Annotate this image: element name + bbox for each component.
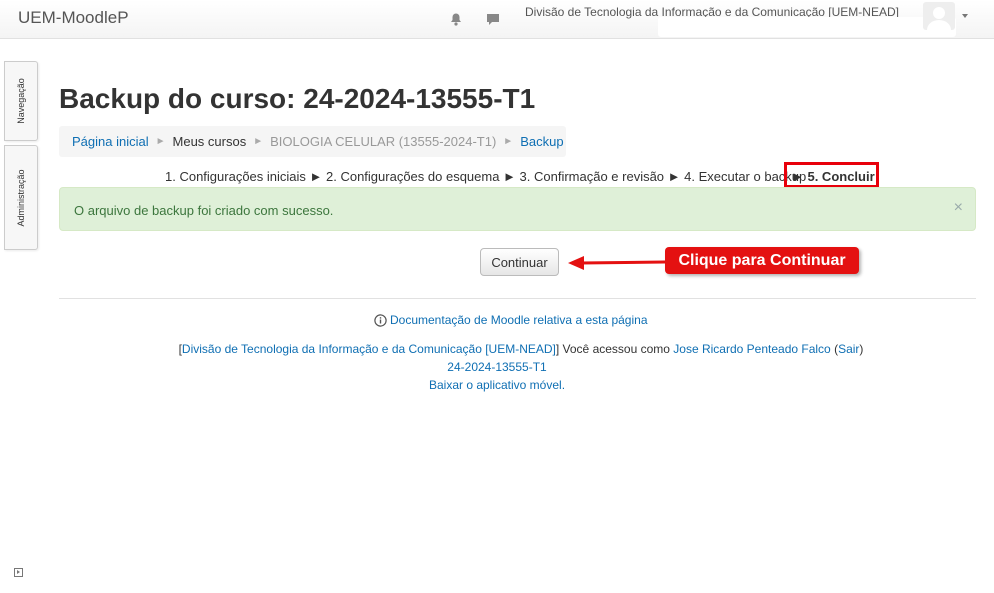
annotation-arrow <box>568 256 666 270</box>
dock-tab-navigation-label: Navegação <box>16 78 26 124</box>
breadcrumb-home-link[interactable]: Página inicial <box>72 134 149 149</box>
avatar[interactable] <box>923 2 955 30</box>
mobile-app-link[interactable]: Baixar o aplicativo móvel. <box>429 378 565 392</box>
logout-paren-close: ) <box>859 342 864 356</box>
logout-link[interactable]: Sair <box>838 342 859 356</box>
breadcrumb-course-link[interactable]: BIOLOGIA CELULAR (13555-2024-T1) <box>270 134 496 149</box>
moodle-docs: Documentação de Moodle relativa a esta p… <box>374 313 648 327</box>
annotation-callout: Clique para Continuar <box>665 247 859 274</box>
site-brand-link[interactable]: UEM-MoodleP <box>18 8 129 28</box>
dock-tab-administration[interactable]: Administração <box>4 145 38 250</box>
breadcrumb-separator-icon: ► <box>155 136 166 147</box>
backup-step-final: ► 5. Concluir <box>791 169 875 184</box>
close-icon[interactable]: × <box>954 199 963 217</box>
breadcrumb: Página inicial ► Meus cursos ► BIOLOGIA … <box>59 126 566 157</box>
org-link[interactable]: Divisão de Tecnologia da Informação e da… <box>182 342 556 356</box>
success-alert: O arquivo de backup foi criado com suces… <box>59 187 976 231</box>
info-icon <box>374 313 387 327</box>
footer-divider <box>59 298 976 299</box>
breadcrumb-separator-icon: ► <box>503 136 514 147</box>
login-info: [Divisão de Tecnologia da Informação e d… <box>0 340 994 394</box>
breadcrumb-my-courses: Meus cursos <box>172 134 247 149</box>
continue-button[interactable]: Continuar <box>480 248 559 276</box>
messages-icon[interactable] <box>483 9 503 29</box>
course-link[interactable]: 24-2024-13555-T1 <box>447 360 546 374</box>
moodle-docs-link[interactable]: Documentação de Moodle relativa a esta p… <box>390 313 648 327</box>
user-menu-placeholder <box>658 17 956 37</box>
page-title: Backup do curso: 24-2024-13555-T1 <box>59 83 536 114</box>
dock-toggle-icon[interactable] <box>14 568 23 577</box>
breadcrumb-backup-link[interactable]: Backup <box>520 134 563 149</box>
logged-in-as-text: ] Você acessou como <box>555 342 670 356</box>
top-navbar: UEM-MoodleP Divisão de Tecnologia da Inf… <box>0 0 994 39</box>
dock-tab-navigation[interactable]: Navegação <box>4 61 38 141</box>
notifications-icon[interactable] <box>446 9 466 29</box>
dock-tab-administration-label: Administração <box>16 168 26 227</box>
breadcrumb-separator-icon: ► <box>253 136 264 147</box>
chevron-down-icon[interactable] <box>962 14 968 18</box>
user-profile-link[interactable]: Jose Ricardo Penteado Falco <box>673 342 830 356</box>
alert-message: O arquivo de backup foi criado com suces… <box>74 203 334 218</box>
backup-steps: 1. Configurações iniciais ► 2. Configura… <box>165 169 807 184</box>
